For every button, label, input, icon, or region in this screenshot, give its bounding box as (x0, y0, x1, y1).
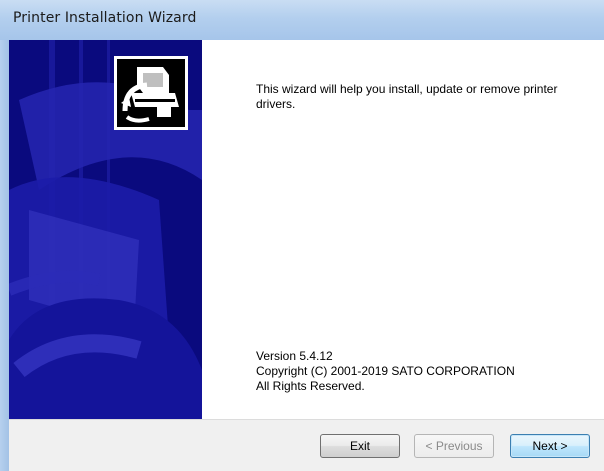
printer-installer-icon (114, 56, 188, 130)
rights-label: All Rights Reserved. (256, 379, 365, 393)
copyright-label: Copyright (C) 2001-2019 SATO CORPORATION (256, 364, 515, 378)
window-title: Printer Installation Wizard (13, 10, 197, 26)
wizard-content: This wizard will help you install, updat… (202, 40, 604, 419)
exit-button[interactable]: Exit (320, 434, 400, 458)
button-bar: Exit < Previous Next > (9, 419, 604, 471)
side-banner-image (9, 40, 202, 419)
wizard-window: Printer Installation Wizard This wizard … (0, 0, 604, 471)
previous-button[interactable]: < Previous (414, 434, 494, 458)
wizard-client-area: This wizard will help you install, updat… (9, 40, 604, 471)
title-bar[interactable]: Printer Installation Wizard (0, 0, 604, 40)
version-info: Version 5.4.12 Copyright (C) 2001-2019 S… (256, 349, 596, 394)
intro-text: This wizard will help you install, updat… (256, 82, 558, 111)
window-frame-left (0, 40, 9, 471)
version-label: Version 5.4.12 (256, 349, 333, 363)
next-button[interactable]: Next > (510, 434, 590, 458)
